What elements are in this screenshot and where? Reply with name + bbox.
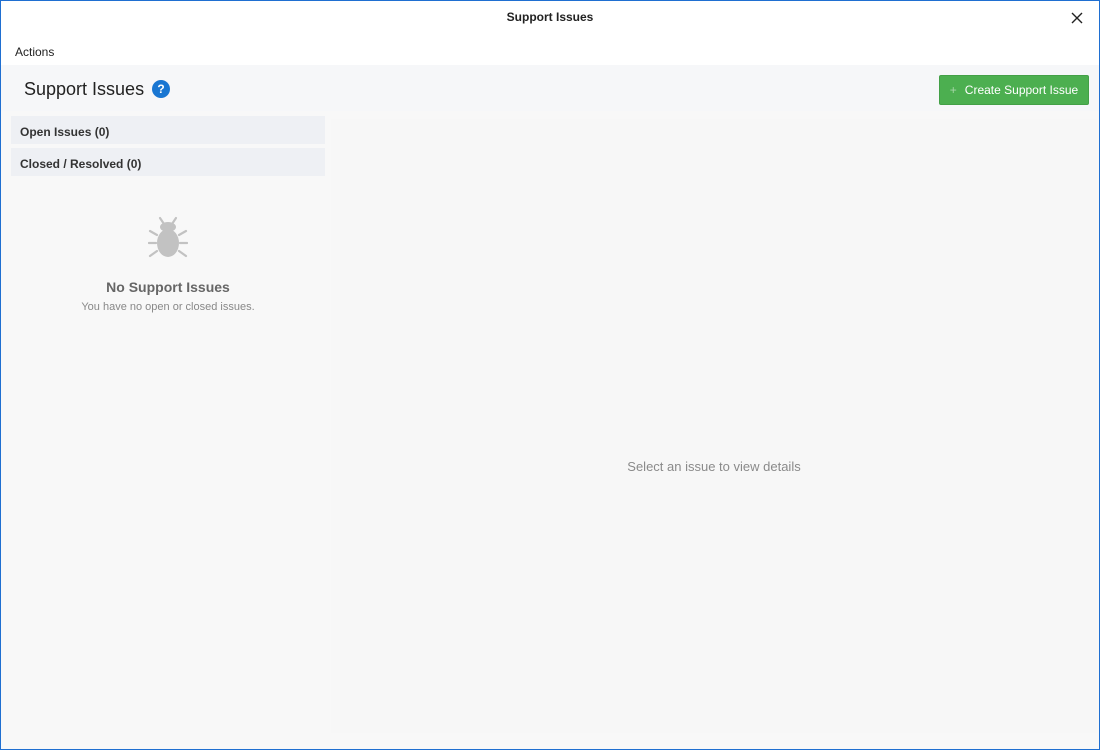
empty-state-title: No Support Issues [106,279,230,295]
page-title: Support Issues [24,79,145,99]
empty-state-subtitle: You have no open or closed issues. [81,301,255,313]
bug-icon [148,216,188,258]
create-support-issue-label: Create Support Issue [964,83,1079,97]
support-issues-window: Support Issues Actions Support Issues ? … [0,0,1100,750]
close-button[interactable] [1065,7,1089,29]
issues-sidebar: Open Issues (0) Closed / Resolved (0) No… [1,111,329,749]
actions-menu[interactable]: Actions [15,45,54,59]
closed-issues-tab[interactable]: Closed / Resolved (0) [11,148,325,176]
help-icon[interactable]: ? [152,80,170,98]
create-support-issue-button[interactable]: + Create Support Issue [939,75,1089,105]
title-bar: Support Issues [1,1,1099,35]
plus-icon: + [949,83,957,97]
window-title: Support Issues [506,10,594,24]
empty-state: No Support Issues You have no open or cl… [1,216,335,313]
menu-bar: Actions [1,35,1099,65]
detail-placeholder: Select an issue to view details [627,459,801,474]
open-issues-tab[interactable]: Open Issues (0) [11,116,325,144]
close-icon [1071,12,1083,24]
page-header: Support Issues ? + Create Support Issue [1,65,1099,111]
issue-detail-panel: Select an issue to view details [331,119,1097,733]
